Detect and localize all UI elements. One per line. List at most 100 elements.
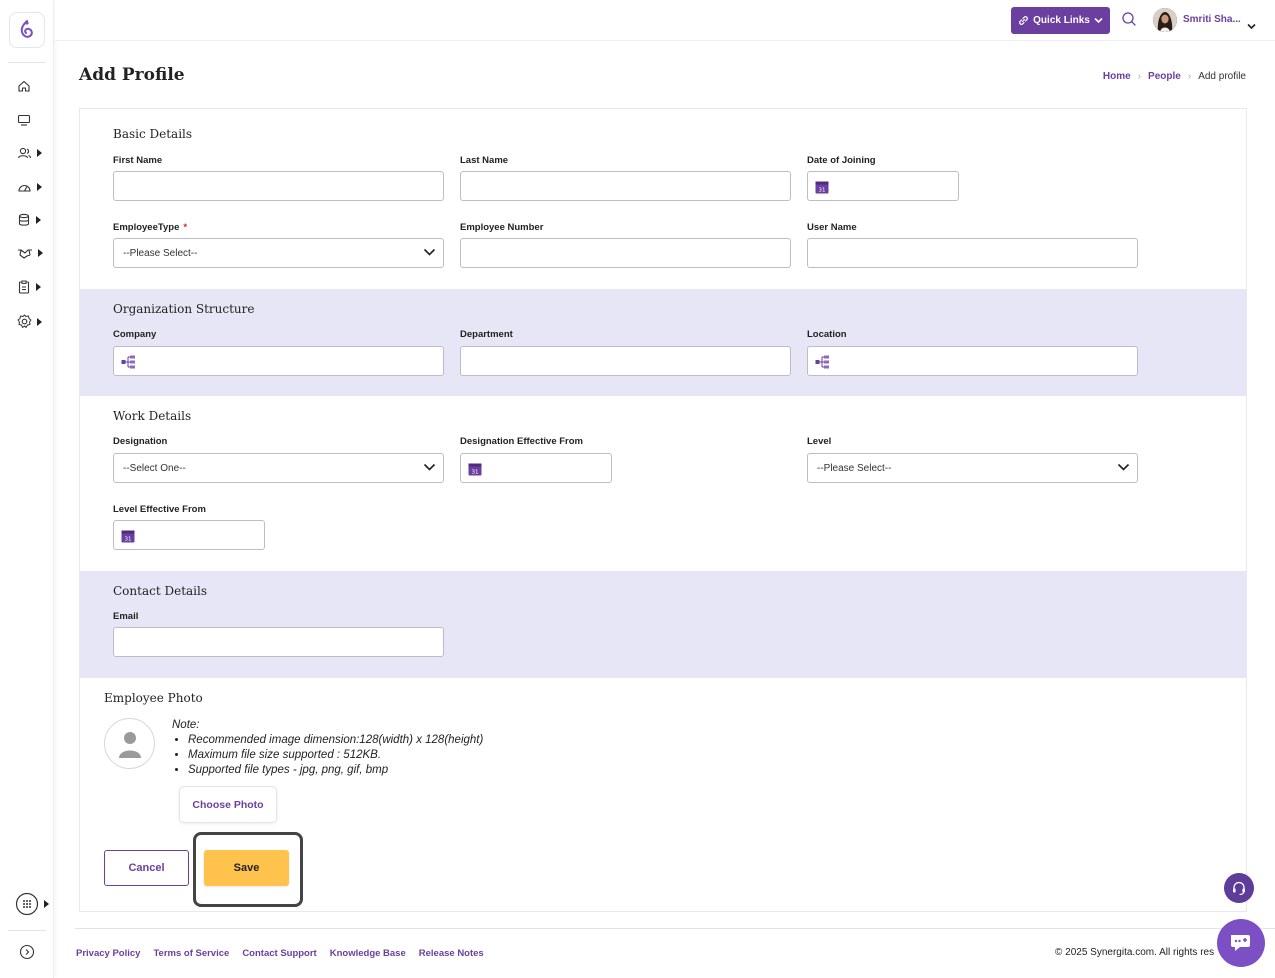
cancel-button[interactable]: Cancel (104, 850, 189, 886)
sidebar-expand-button[interactable] (19, 944, 35, 960)
work-details-title: Work Details (113, 409, 192, 423)
user-menu-toggle[interactable] (1247, 15, 1256, 34)
breadcrumb: Home › People › Add profile (1103, 71, 1246, 82)
handshake-icon (18, 249, 32, 259)
sidebar-divider (8, 930, 46, 931)
employee-number-field[interactable] (460, 238, 791, 268)
employee-type-label-text: EmployeeType (113, 222, 180, 233)
quick-links-button[interactable]: Quick Links (1011, 7, 1110, 34)
avatar[interactable] (1153, 8, 1177, 32)
calendar-icon[interactable]: 31 (121, 529, 135, 546)
app-logo[interactable] (9, 12, 45, 48)
user-name[interactable]: Smriti Sha... (1183, 14, 1241, 25)
location-label: Location (807, 329, 847, 340)
contact-section-band (80, 571, 1246, 678)
settings-icon (17, 314, 32, 328)
user-name-field[interactable] (807, 238, 1138, 268)
department-label: Department (460, 329, 513, 340)
company-field[interactable] (113, 346, 444, 376)
footer-divider (75, 928, 1275, 929)
breadcrumb-people[interactable]: People (1148, 71, 1181, 82)
sidebar-item-settings[interactable] (17, 314, 42, 329)
first-name-field[interactable] (113, 171, 444, 201)
last-name-field[interactable] (460, 171, 791, 201)
department-field[interactable] (460, 346, 791, 376)
level-effective-field[interactable]: 31 (113, 520, 265, 550)
expand-icon (19, 944, 35, 960)
people-icon (17, 147, 32, 159)
date-of-joining-field[interactable]: 31 (807, 171, 959, 201)
employee-photo-title: Employee Photo (104, 691, 203, 705)
company-label: Company (113, 329, 157, 340)
level-effective-label: Level Effective From (113, 504, 206, 515)
note-list: Recommended image dimension:128(width) x… (188, 733, 483, 778)
page-title: Add Profile (79, 65, 185, 85)
release-notes-link[interactable]: Release Notes (419, 948, 484, 959)
level-select[interactable]: --Please Select-- (807, 453, 1138, 483)
search-button[interactable] (1121, 11, 1137, 31)
breadcrumb-separator-icon: › (1137, 71, 1142, 82)
calendar-icon[interactable]: 31 (815, 180, 829, 197)
contact-support-link[interactable]: Contact Support (242, 948, 316, 959)
org-chart-icon[interactable] (815, 355, 830, 372)
employee-type-value: --Please Select-- (123, 247, 198, 259)
organization-structure-title: Organization Structure (113, 302, 255, 316)
user-photo-icon (1153, 8, 1177, 32)
save-button[interactable]: Save (204, 850, 289, 886)
sidebar-item-home[interactable] (17, 79, 31, 93)
support-button[interactable] (1224, 873, 1254, 903)
note-label: Note: (172, 719, 200, 731)
designation-label: Designation (113, 436, 168, 447)
copyright-text: © 2025 Synergita.com. All rights res (1055, 947, 1215, 958)
note-item: Recommended image dimension:128(width) x… (188, 733, 483, 748)
choose-photo-button[interactable]: Choose Photo (179, 786, 277, 823)
email-label: Email (113, 611, 139, 622)
last-name-label: Last Name (460, 155, 509, 166)
apps-icon (15, 892, 39, 916)
database-icon (18, 213, 30, 226)
chevron-down-icon (1117, 463, 1130, 475)
sidebar-item-clipboard[interactable] (17, 280, 41, 294)
required-mark: * (183, 222, 188, 233)
employee-type-select[interactable]: --Please Select-- (113, 238, 444, 268)
sidebar-divider (8, 62, 46, 63)
sidebar-item-monitor[interactable] (17, 113, 31, 127)
dashboard-icon (18, 185, 31, 192)
breadcrumb-home[interactable]: Home (1103, 71, 1131, 82)
calendar-icon[interactable]: 31 (468, 462, 482, 479)
email-field[interactable] (113, 627, 444, 657)
note-item: Supported file types - jpg, png, gif, bm… (188, 763, 483, 778)
breadcrumb-current: Add profile (1198, 71, 1246, 82)
photo-note: Note: Recommended image dimension:128(wi… (172, 718, 483, 778)
basic-details-title: Basic Details (113, 127, 193, 141)
designation-value: --Select One-- (123, 462, 186, 474)
sidebar-item-apps[interactable] (15, 892, 49, 916)
first-name-label: First Name (113, 155, 163, 166)
designation-select[interactable]: --Select One-- (113, 453, 444, 483)
note-item: Maximum file size supported : 512KB. (188, 748, 483, 763)
chat-button[interactable] (1217, 919, 1265, 967)
level-value: --Please Select-- (817, 462, 892, 474)
photo-placeholder (104, 718, 155, 769)
chevron-down-icon (423, 463, 436, 475)
level-label: Level (807, 436, 832, 447)
sidebar-item-dashboard[interactable] (17, 180, 42, 194)
sidebar (0, 0, 54, 978)
designation-effective-field[interactable]: 31 (460, 453, 612, 483)
privacy-policy-link[interactable]: Privacy Policy (76, 948, 140, 959)
sidebar-item-database[interactable] (17, 213, 41, 227)
chevron-down-icon (423, 248, 436, 260)
employee-number-label: Employee Number (460, 222, 544, 233)
svg-text:31: 31 (472, 470, 479, 476)
sidebar-item-people[interactable] (17, 146, 42, 160)
svg-text:31: 31 (125, 537, 132, 543)
org-chart-icon[interactable] (121, 355, 136, 372)
sidebar-item-handshake[interactable] (17, 246, 43, 260)
knowledge-base-link[interactable]: Knowledge Base (330, 948, 406, 959)
organization-section-band (80, 289, 1246, 396)
headset-icon (1233, 881, 1245, 896)
link-icon (1019, 16, 1029, 25)
terms-of-service-link[interactable]: Terms of Service (153, 948, 229, 959)
chevron-down-icon (1094, 17, 1103, 24)
location-field[interactable] (807, 346, 1138, 376)
